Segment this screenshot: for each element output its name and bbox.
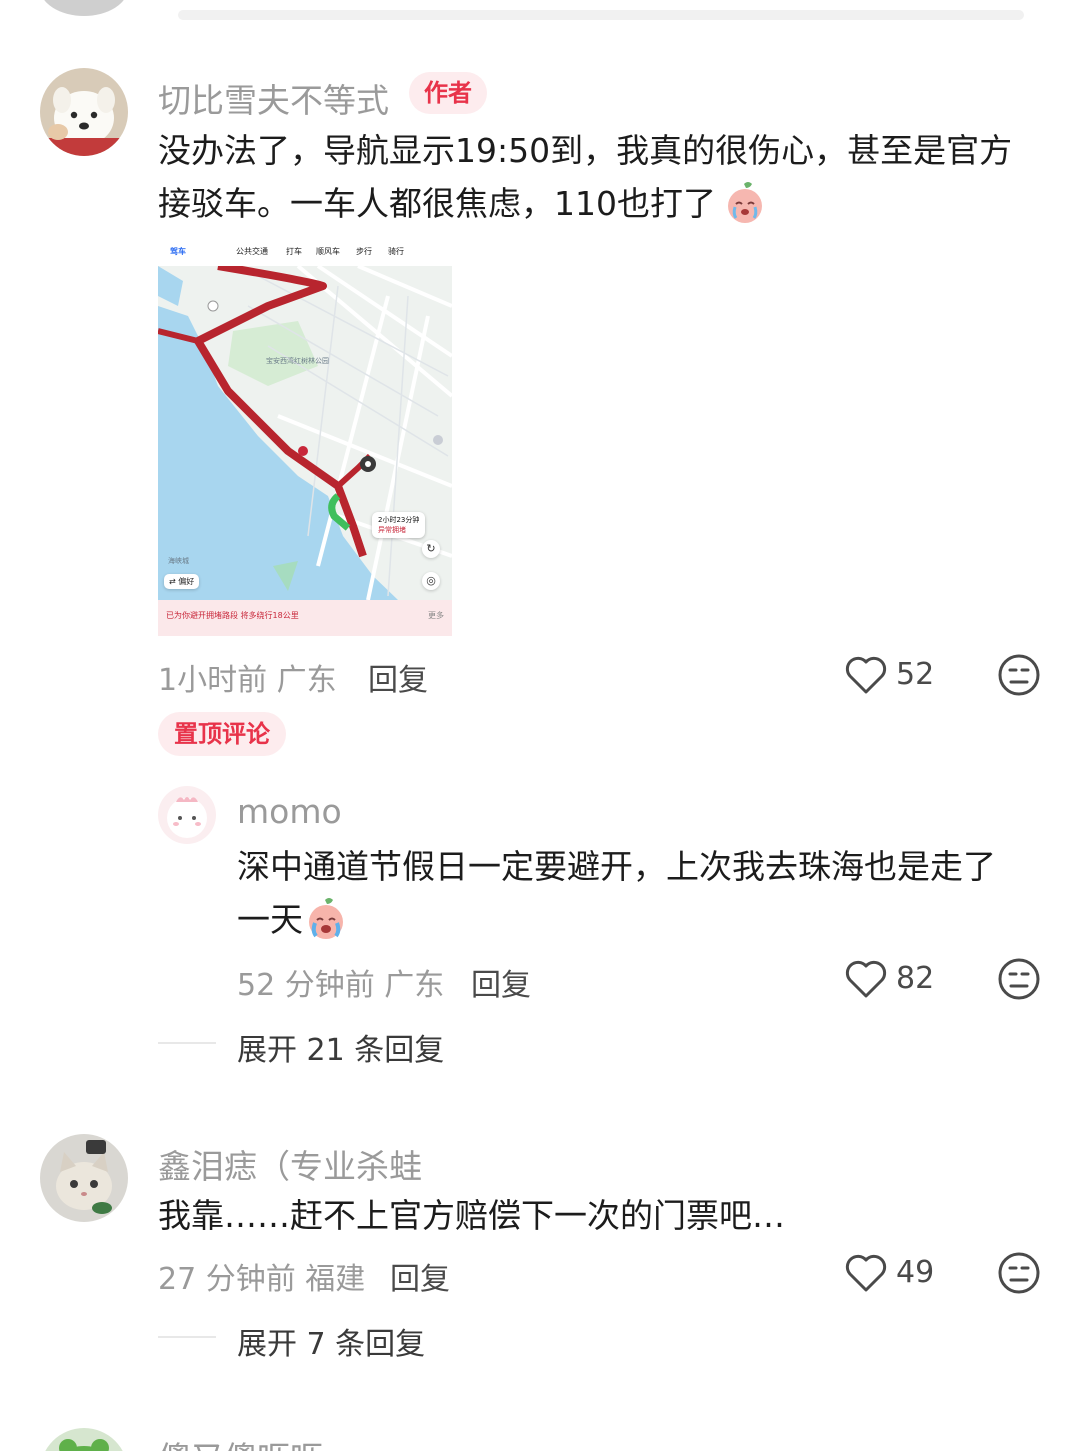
eta-time: 2小时23分钟	[378, 516, 420, 524]
reply-button[interactable]: 回复	[471, 960, 531, 1004]
map-label-park: 宝安西湾红树林公园	[266, 357, 329, 365]
map-label-haixia: 海峡城	[168, 557, 189, 565]
crying-emoji-icon	[303, 896, 349, 942]
pinned-comment-badge: 置顶评论	[158, 712, 286, 756]
route-warning-text: 已为你避开拥堵路段 将多绕行18公里	[166, 611, 299, 620]
username[interactable]: 傻又傻呖呖	[158, 1432, 323, 1451]
previous-avatar-fragment	[40, 0, 128, 16]
comment-time: 52 分钟前	[237, 968, 375, 1003]
like-count: 82	[896, 961, 935, 996]
author-badge: 作者	[409, 72, 487, 114]
expand-divider	[158, 1042, 216, 1044]
previous-input-bar-fragment	[178, 10, 1024, 20]
locate-icon[interactable]: ◎	[422, 572, 440, 590]
comment-text-line-2-text: 接驳车。一车人都很焦虑，110也打了	[158, 184, 716, 223]
username[interactable]: 鑫泪痣（专业杀蛙	[158, 1140, 422, 1188]
neutral-face-icon[interactable]	[997, 653, 1041, 697]
avatar-dog[interactable]	[40, 68, 128, 156]
expand-replies-button[interactable]: 展开 7 条回复	[237, 1319, 425, 1363]
preference-button[interactable]: ⇄ 偏好	[164, 574, 200, 589]
username[interactable]: 切比雪夫不等式	[158, 74, 389, 122]
map-tab-transit[interactable]: 公共交通	[236, 246, 268, 257]
comment-location: 广东	[384, 968, 445, 1003]
preference-label: 偏好	[178, 577, 195, 586]
map-mode-tabs: 驾车 公共交通 打车 顺风车 步行 骑行	[158, 236, 452, 266]
comment-time: 1小时前	[158, 663, 268, 698]
expand-replies-button[interactable]: 展开 21 条回复	[237, 1025, 444, 1069]
comment-location: 福建	[305, 1262, 366, 1297]
neutral-face-icon[interactable]	[997, 957, 1041, 1001]
refresh-icon[interactable]: ↻	[422, 540, 440, 558]
heart-outline-icon[interactable]	[844, 1252, 888, 1294]
comment-text-line-2: 接驳车。一车人都很焦虑，110也打了	[158, 177, 716, 230]
avatar-kitten[interactable]	[40, 1134, 128, 1222]
expand-divider	[158, 1336, 216, 1338]
map-tab-drive[interactable]: 驾车	[170, 246, 186, 257]
avatar-frog[interactable]	[40, 1428, 128, 1451]
comment-meta: 52 分钟前 广东	[237, 960, 444, 1004]
comment-time: 27 分钟前	[158, 1262, 296, 1297]
eta-pill: 2小时23分钟 异常拥堵	[372, 512, 426, 538]
comment-text-line-1: 没办法了，导航显示19:50到，我真的很伤心，甚至是官方	[158, 131, 1013, 170]
comment-text: 我靠……赶不上官方赔偿下一次的门票吧…	[158, 1196, 785, 1235]
comment-text-line-2: 一天	[237, 900, 303, 939]
map-tab-bike[interactable]: 骑行	[388, 246, 404, 257]
eta-status: 异常拥堵	[378, 526, 406, 534]
comment-location: 广东	[276, 663, 337, 698]
heart-outline-icon[interactable]	[844, 958, 888, 1000]
reply-button[interactable]: 回复	[390, 1254, 450, 1298]
comment-text-line-1: 深中通道节假日一定要避开，上次我去珠海也是走了	[237, 847, 996, 886]
comment-meta: 27 分钟前 福建	[158, 1254, 365, 1298]
map-tab-carpool[interactable]: 顺风车	[316, 246, 340, 257]
comment-meta: 1小时前 广东	[158, 655, 337, 699]
map-screenshot[interactable]: 驾车 公共交通 打车 顺风车 步行 骑行 宝安西湾红树林公园 海峡城 2小时23…	[158, 236, 452, 636]
crying-emoji-icon	[722, 180, 768, 226]
map-route-notice: 已为你避开拥堵路段 将多绕行18公里 更多	[158, 600, 452, 636]
username[interactable]: momo	[237, 792, 342, 831]
avatar-momo[interactable]	[158, 786, 216, 844]
heart-outline-icon[interactable]	[844, 654, 888, 696]
neutral-face-icon[interactable]	[997, 1251, 1041, 1295]
reply-button[interactable]: 回复	[368, 655, 428, 699]
like-count: 52	[896, 657, 935, 692]
route-more-link[interactable]: 更多	[428, 610, 444, 621]
map-tab-walk[interactable]: 步行	[356, 246, 372, 257]
like-count: 49	[896, 1255, 935, 1290]
map-tab-taxi[interactable]: 打车	[286, 246, 302, 257]
